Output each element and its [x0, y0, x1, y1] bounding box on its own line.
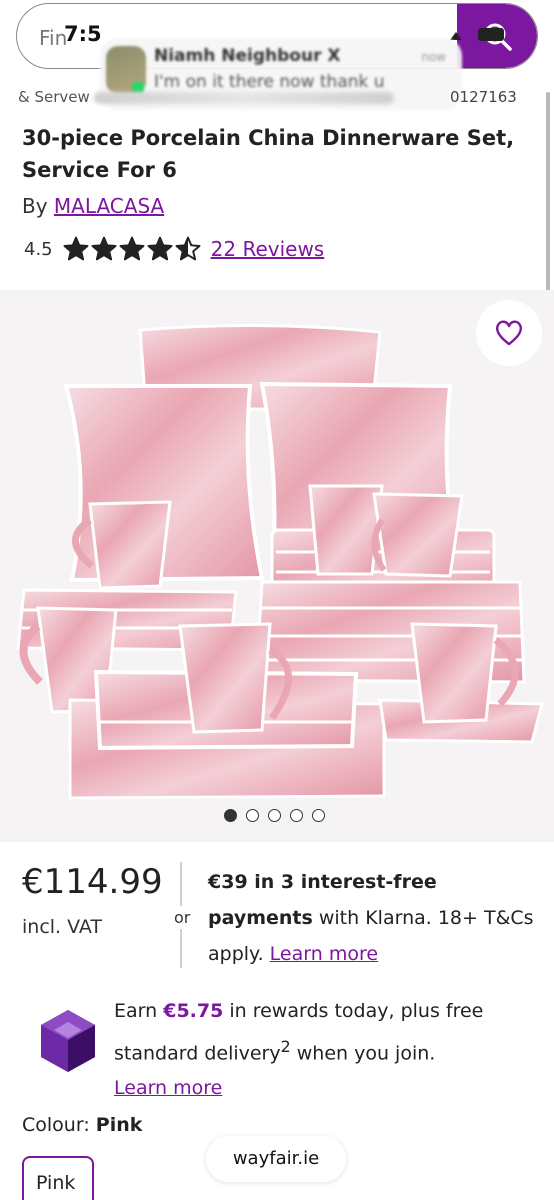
- rewards-text-end: when you join.: [290, 1042, 436, 1065]
- carousel-dot[interactable]: [224, 809, 237, 822]
- rewards-learn-more-link[interactable]: Learn more: [114, 1077, 222, 1099]
- colour-selection: Colour: Pink: [22, 1114, 142, 1136]
- star-icon: [119, 236, 145, 261]
- colour-value: Pink: [95, 1114, 143, 1136]
- klarna-learn-more-link[interactable]: Learn more: [270, 943, 378, 965]
- carousel-dot[interactable]: [290, 809, 303, 822]
- sku-number: 0127163: [450, 88, 517, 106]
- breadcrumb-blurred: [93, 91, 394, 104]
- vat-label: incl. VAT: [22, 916, 103, 938]
- notification-sender: Niamh Neighbour X: [154, 46, 341, 66]
- rewards-footnote: 2: [280, 1037, 291, 1056]
- brand-line: By MALACASA: [22, 194, 164, 218]
- product-title: 30-piece Porcelain China Dinnerware Set,…: [22, 126, 515, 182]
- star-icon: [91, 236, 117, 261]
- rating-value: 4.5: [24, 238, 53, 260]
- or-label: or: [172, 906, 193, 929]
- price: €114.99: [22, 862, 163, 902]
- star-icon: [147, 236, 173, 261]
- product-image[interactable]: [0, 290, 554, 842]
- notification-time: now: [421, 50, 446, 64]
- rewards-pre: Earn: [114, 1000, 164, 1022]
- favorite-button[interactable]: [476, 300, 542, 366]
- klarna-payments: payments: [208, 907, 313, 929]
- heart-icon: [495, 320, 523, 346]
- rewards-info: Earn €5.75 in rewards today, plus free s…: [114, 994, 534, 1106]
- carousel-dot[interactable]: [312, 809, 325, 822]
- colour-swatch-pink[interactable]: Pink: [22, 1156, 94, 1200]
- dinnerware-photo: [16, 323, 544, 800]
- rewards-gem-icon: [41, 1010, 95, 1072]
- star-rating: [63, 236, 201, 262]
- reviews-link[interactable]: 22 Reviews: [211, 237, 325, 261]
- rating-row: 4.5 22 Reviews: [24, 234, 324, 264]
- breadcrumb-item[interactable]: & Servew: [18, 88, 90, 106]
- brand-link[interactable]: MALACASA: [54, 194, 164, 218]
- star-icon: [63, 236, 89, 261]
- breadcrumb[interactable]: & Servew: [18, 88, 398, 106]
- colour-label: Colour:: [22, 1114, 90, 1136]
- by-label: By: [22, 194, 48, 218]
- rewards-amount: €5.75: [163, 1000, 224, 1022]
- carousel-dot[interactable]: [268, 809, 281, 822]
- klarna-installments: €39 in 3 interest-free: [208, 871, 437, 893]
- carousel-dots[interactable]: [224, 809, 325, 822]
- browser-url[interactable]: wayfair.ie: [206, 1136, 346, 1182]
- klarna-info: €39 in 3 interest-free payments with Kla…: [208, 864, 538, 972]
- carousel-dot[interactable]: [246, 809, 259, 822]
- status-time: 7:5: [64, 22, 102, 46]
- star-icon: [175, 236, 201, 261]
